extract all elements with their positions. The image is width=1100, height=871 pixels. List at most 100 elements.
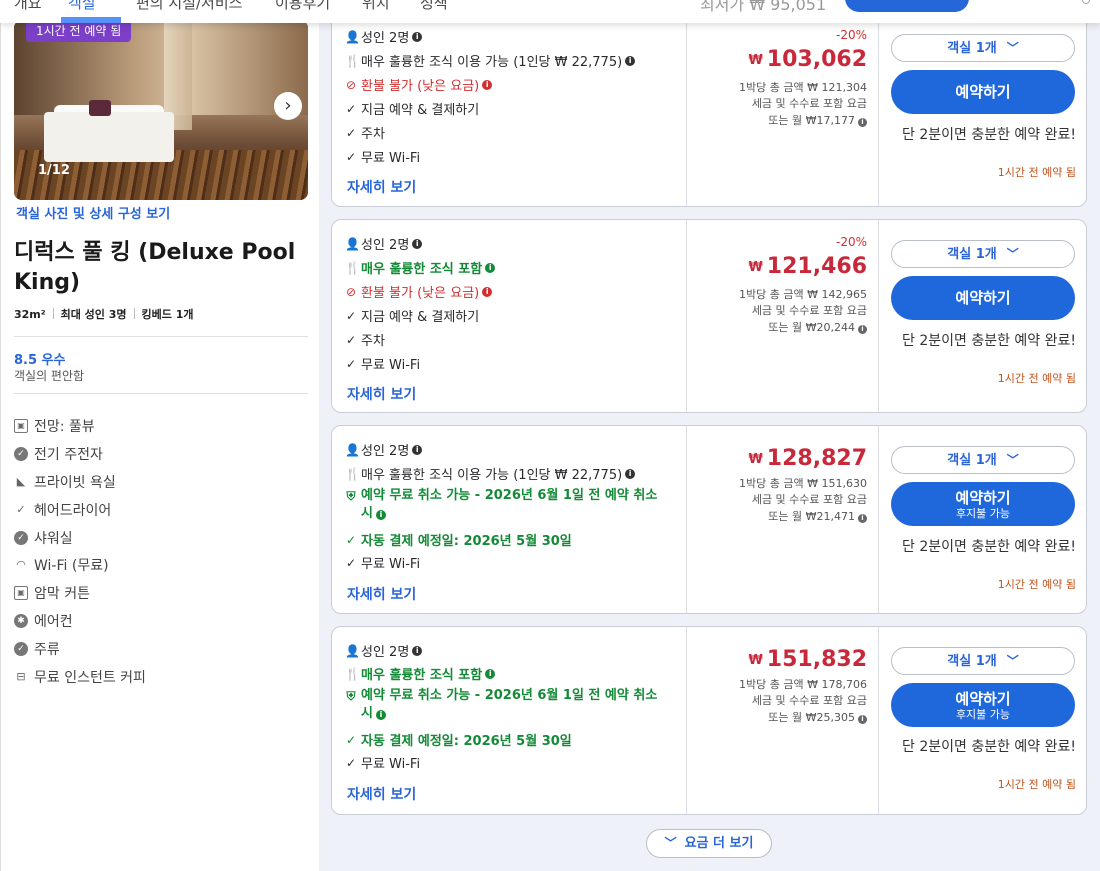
info-icon[interactable]: i — [858, 118, 867, 127]
rate-card: 👤 성인 2명 i 🍴 매우 훌륭한 조식 포함 i ⊘ 환불 불가 (낮은 요금) i ✓… — [331, 219, 1087, 413]
info-icon[interactable]: i — [412, 444, 423, 455]
total-price: 1박당 총 금액 ₩ 121,304 — [739, 81, 867, 94]
next-photo-arrow-icon[interactable]: › — [274, 92, 302, 120]
check-icon: ✓ — [345, 755, 357, 770]
info-icon[interactable]: i — [858, 715, 867, 724]
recent-booking-note: 1시간 전 예약 됨 — [997, 578, 1076, 591]
check-icon: ✓ — [345, 356, 357, 371]
amenity-item: ◠ Wi-Fi (무료) — [14, 551, 146, 579]
amenity-item: ⊟ 무료 인스턴트 커피 — [14, 663, 146, 691]
info-icon[interactable]: i — [482, 286, 493, 297]
breakfast-line: 🍴 매우 훌륭한 조식 포함 i — [345, 258, 496, 277]
details-link[interactable]: 자세히 보기 — [347, 384, 416, 404]
rate-price: -20% ₩103,062 1박당 총 금액 ₩ 121,304 세금 및 수수… — [686, 0, 879, 206]
quick-booking-message: 단 2분이면 충분한 예약 완료! — [902, 127, 1076, 143]
room-photo[interactable]: 1시간 전 예약 됨 › 1/12 — [14, 20, 308, 200]
info-icon[interactable]: i — [412, 645, 423, 656]
room-count-select[interactable]: 객실 1개 ﹀ — [891, 647, 1075, 675]
info-icon[interactable]: i — [858, 514, 867, 523]
cancel-policy-line: ⊘ 환불 불가 (낮은 요금) i — [345, 282, 493, 301]
room-meta: 32m² 최대 성인 3명 킹베드 1개 — [14, 306, 193, 322]
tab-amenities[interactable]: 편의 시설/서비스 — [136, 0, 242, 13]
parking-line: ✓ 주차 — [345, 332, 385, 350]
check-icon: ✓ — [345, 101, 357, 116]
wifi-icon: ◠ — [16, 558, 26, 572]
chevron-down-icon: ﹀ — [1006, 654, 1019, 668]
chevron-down-icon: ﹀ — [1006, 247, 1019, 261]
details-link[interactable]: 자세히 보기 — [347, 584, 416, 604]
tab-location[interactable]: 위치 — [362, 0, 390, 13]
liquor-icon: ✓ — [14, 642, 28, 657]
select-room-button[interactable] — [845, 0, 969, 12]
nightly-price: ₩121,466 — [748, 254, 867, 279]
rate-card: 👤 성인 2명 i 🍴 매우 훌륭한 조식 이용 가능 (1인당 ₩ 22,775) i… — [331, 0, 1087, 207]
cancel-policy-line: ⛨ 예약 무료 취소 가능 - 2026년 6월 1일 전 예약 취소 시i — [346, 688, 658, 721]
tab-rooms[interactable]: 객실 — [68, 0, 96, 13]
divider — [14, 393, 308, 394]
book-button[interactable]: 예약하기 후지불 가능 — [891, 683, 1075, 727]
amenity-item: ✓ 헤어드라이어 — [14, 496, 146, 524]
tax-note: 세금 및 수수료 포함 요금 — [751, 97, 867, 110]
room-photos-link[interactable]: 객실 사진 및 상세 구성 보기 — [16, 203, 170, 222]
recent-booking-note: 1시간 전 예약 됨 — [997, 166, 1076, 179]
book-button[interactable]: 예약하기 후지불 가능 — [891, 482, 1075, 526]
divider — [14, 336, 308, 337]
room-photo-bed — [44, 112, 174, 162]
discount-badge: -20% — [835, 235, 867, 249]
charger-icon: ✓ — [14, 446, 28, 461]
info-icon[interactable]: i — [485, 668, 496, 679]
cancel-policy-line: ⊘ 환불 불가 (낮은 요금) i — [345, 75, 493, 94]
room-max-guests: 최대 성인 3명 — [60, 308, 127, 321]
details-link[interactable]: 자세히 보기 — [347, 784, 416, 804]
parking-line: ✓ 주차 — [345, 125, 385, 143]
rate-actions: 객실 1개 ﹀ 예약하기 후지불 가능 단 2분이면 충분한 예약 완료! 1시간 … — [879, 426, 1086, 613]
monthly-price: 또는 월 ₩20,244 i — [768, 319, 867, 335]
amenity-item: ◣ 프라이빗 욕실 — [14, 468, 146, 496]
guests-line: 👤 성인 2명 i — [345, 234, 423, 253]
share-icon[interactable] — [1082, 0, 1090, 4]
tab-overview[interactable]: 개요 — [14, 0, 42, 13]
tab-policies[interactable]: 정책 — [420, 0, 448, 13]
wifi-line: ✓ 무료 Wi-Fi — [345, 356, 421, 374]
room-score: 8.5 우수 — [14, 353, 66, 368]
photo-counter: 1/12 — [38, 163, 70, 178]
room-count-select[interactable]: 객실 1개 ﹀ — [891, 446, 1075, 474]
pay-later-note: 후지불 가능 — [955, 507, 1011, 520]
guests-line: 👤 성인 2명 i — [345, 27, 423, 46]
amenity-item: ▣ 암막 커튼 — [14, 579, 146, 607]
room-count-select[interactable]: 객실 1개 ﹀ — [891, 240, 1075, 268]
pay-now-line: ✓ 지금 예약 & 결제하기 — [345, 308, 480, 326]
tax-note: 세금 및 수수료 포함 요금 — [751, 694, 867, 707]
hairdryer-icon: ✓ — [16, 502, 26, 516]
info-icon[interactable]: i — [625, 55, 636, 66]
bath-icon: ◣ — [16, 474, 26, 488]
info-icon[interactable]: i — [625, 468, 636, 479]
booked-recently-badge: 1시간 전 예약 됨 — [26, 20, 132, 42]
info-icon[interactable]: i — [412, 238, 423, 249]
info-icon[interactable]: i — [412, 31, 423, 42]
info-icon[interactable]: i — [858, 325, 867, 334]
recent-booking-note: 1시간 전 예약 됨 — [997, 778, 1076, 791]
quick-booking-message: 단 2분이면 충분한 예약 완료! — [902, 333, 1076, 349]
book-button[interactable]: 예약하기 — [891, 276, 1075, 320]
rate-price: ₩128,827 1박당 총 금액 ₩ 151,630 세금 및 수수료 포함 … — [686, 426, 879, 613]
breakfast-line: 🍴 매우 훌륭한 조식 이용 가능 (1인당 ₩ 22,775) i — [345, 464, 636, 483]
guests-line: 👤 성인 2명 i — [345, 440, 423, 459]
details-link[interactable]: 자세히 보기 — [347, 177, 416, 197]
info-icon[interactable]: i — [482, 79, 493, 90]
breakfast-line: 🍴 매우 훌륭한 조식 포함 i — [345, 664, 496, 683]
room-score-label: 객실의 편안함 — [14, 369, 85, 383]
room-count-select[interactable]: 객실 1개 ﹀ — [891, 34, 1075, 62]
info-icon[interactable]: i — [485, 262, 496, 273]
monthly-price: 또는 월 ₩25,305 i — [768, 709, 867, 725]
tab-reviews[interactable]: 이용후기 — [275, 0, 330, 13]
info-icon[interactable]: i — [375, 710, 386, 720]
rate-features: 👤 성인 2명 i 🍴 매우 훌륭한 조식 포함 i ⛨ 예약 무료 취소 가능 - 20… — [332, 627, 686, 814]
book-button[interactable]: 예약하기 — [891, 70, 1075, 114]
more-rates-button[interactable]: ﹀ 요금 더 보기 — [646, 829, 772, 858]
check-icon: ✓ — [345, 732, 357, 747]
coffee-icon: ⊟ — [16, 669, 26, 683]
room-photo-pillow — [89, 100, 111, 116]
info-icon[interactable]: i — [375, 510, 386, 520]
monthly-price: 또는 월 ₩17,177 i — [768, 112, 867, 128]
